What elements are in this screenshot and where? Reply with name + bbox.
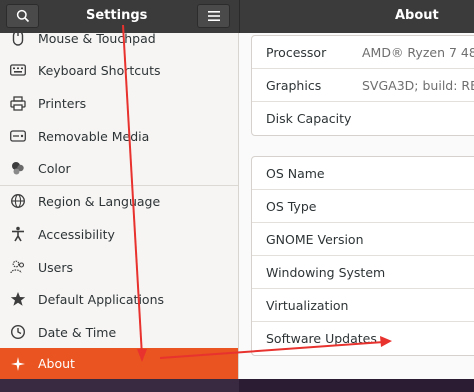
hardware-info-card: Processor AMD® Ryzen 7 4800 Graphics SVG… bbox=[251, 35, 474, 136]
info-row-virtualization: Virtualization bbox=[252, 289, 474, 322]
sidebar-header: Settings bbox=[0, 0, 239, 33]
info-key: Windowing System bbox=[266, 264, 386, 280]
media-icon bbox=[10, 128, 26, 144]
sidebar-item-default-applications[interactable]: Default Applications bbox=[0, 283, 238, 315]
sidebar-item-label: Mouse & Touchpad bbox=[38, 33, 156, 46]
info-row-processor: Processor AMD® Ryzen 7 4800 bbox=[252, 36, 474, 69]
header-bar: Settings About bbox=[0, 0, 474, 33]
sidebar-item-mouse-touchpad[interactable]: Mouse & Touchpad bbox=[0, 33, 238, 54]
sidebar-item-label: About bbox=[38, 356, 75, 371]
printer-icon bbox=[10, 95, 26, 111]
software-updates-row[interactable]: Software Updates bbox=[252, 322, 474, 355]
sidebar-item-color[interactable]: Color bbox=[0, 152, 238, 184]
info-key: OS Type bbox=[266, 198, 317, 214]
info-value: AMD® Ryzen 7 4800 bbox=[362, 44, 474, 60]
sidebar-item-printers[interactable]: Printers bbox=[0, 87, 238, 119]
sidebar-item-label: Removable Media bbox=[38, 128, 150, 144]
sidebar-item-label: Printers bbox=[38, 95, 87, 111]
hamburger-menu-icon bbox=[207, 11, 220, 21]
sidebar-item-label: Accessibility bbox=[38, 226, 115, 242]
color-icon bbox=[10, 160, 26, 176]
sidebar-item-label: Users bbox=[38, 259, 74, 275]
sidebar-item-date-time[interactable]: Date & Time bbox=[0, 316, 238, 348]
about-icon bbox=[10, 356, 26, 372]
sidebar-item-keyboard-shortcuts[interactable]: Keyboard Shortcuts bbox=[0, 54, 238, 86]
panel-title: About bbox=[395, 8, 439, 23]
sidebar-item-label: Date & Time bbox=[38, 324, 117, 340]
desktop-background-left bbox=[0, 379, 239, 392]
star-icon bbox=[10, 291, 26, 307]
info-key: Virtualization bbox=[266, 297, 349, 313]
menu-button[interactable] bbox=[197, 4, 230, 28]
sidebar-item-label: Color bbox=[38, 160, 71, 176]
panel-header: About bbox=[239, 0, 474, 33]
info-row-os-name: OS Name bbox=[252, 157, 474, 190]
software-info-card: OS Name OS Type GNOME Version Windowing … bbox=[251, 156, 474, 356]
info-key: OS Name bbox=[266, 165, 325, 181]
clock-icon bbox=[10, 324, 26, 340]
mouse-icon bbox=[10, 33, 26, 46]
sidebar-item-accessibility[interactable]: Accessibility bbox=[0, 218, 238, 250]
sidebar-item-about[interactable]: About bbox=[0, 348, 238, 379]
info-row-graphics: Graphics SVGA3D; build: RE bbox=[252, 69, 474, 102]
info-key: Software Updates bbox=[266, 331, 377, 346]
sidebar-item-removable-media[interactable]: Removable Media bbox=[0, 120, 238, 152]
accessibility-icon bbox=[10, 226, 26, 242]
sidebar-item-label: Default Applications bbox=[38, 291, 165, 307]
sidebar-item-label: Region & Language bbox=[38, 193, 161, 209]
sidebar-item-label: Keyboard Shortcuts bbox=[38, 62, 161, 78]
users-icon bbox=[10, 259, 26, 275]
sidebar-item-users[interactable]: Users bbox=[0, 251, 238, 283]
desktop-background-strip bbox=[0, 379, 474, 392]
search-button[interactable] bbox=[6, 4, 39, 28]
search-icon bbox=[16, 9, 29, 23]
sidebar: Mouse & Touchpad Keyboard Shortcuts Prin… bbox=[0, 33, 239, 379]
info-row-disk-capacity[interactable]: Disk Capacity bbox=[252, 102, 474, 135]
about-panel: Processor AMD® Ryzen 7 4800 Graphics SVG… bbox=[239, 33, 474, 379]
info-key: Graphics bbox=[266, 77, 322, 93]
settings-title: Settings bbox=[86, 8, 148, 23]
globe-icon bbox=[10, 193, 26, 209]
info-row-gnome-version: GNOME Version bbox=[252, 223, 474, 256]
info-key: Disk Capacity bbox=[266, 111, 352, 126]
info-key: Processor bbox=[266, 44, 327, 60]
sidebar-item-region-language[interactable]: Region & Language bbox=[0, 185, 238, 217]
info-key: GNOME Version bbox=[266, 231, 364, 247]
keyboard-icon bbox=[10, 62, 26, 78]
info-value: SVGA3D; build: RE bbox=[362, 77, 474, 93]
info-row-os-type: OS Type bbox=[252, 190, 474, 223]
info-row-windowing-system: Windowing System bbox=[252, 256, 474, 289]
